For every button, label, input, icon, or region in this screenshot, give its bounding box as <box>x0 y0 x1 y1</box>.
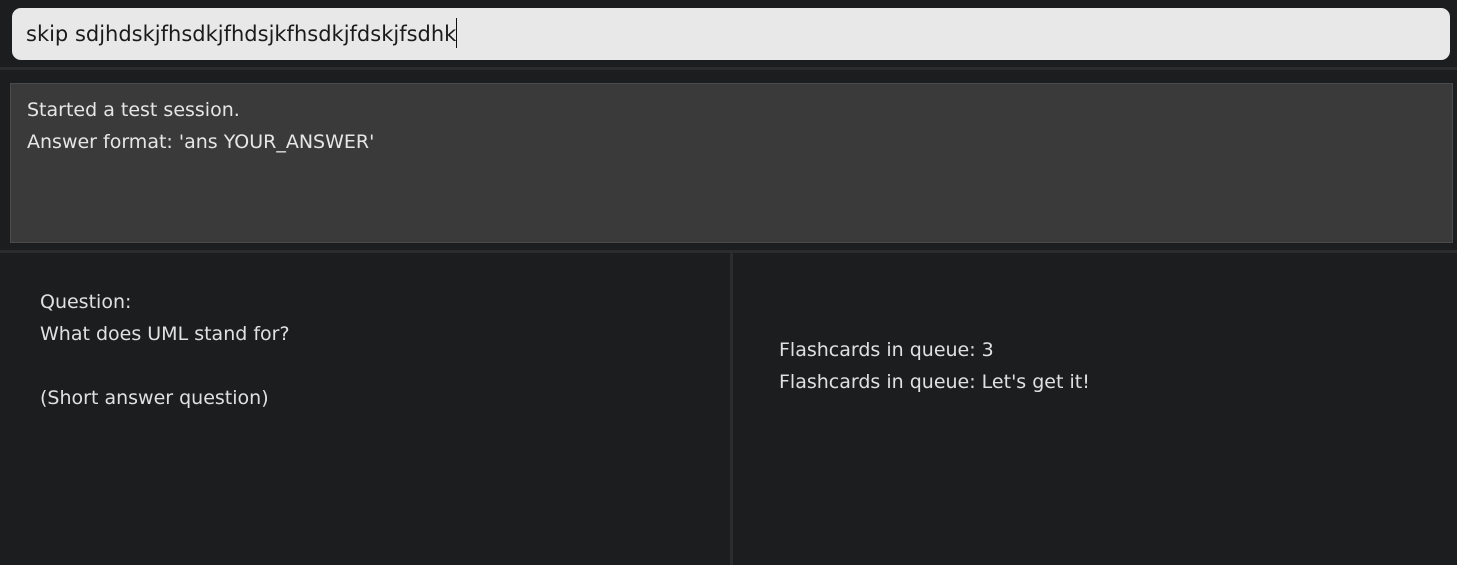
command-input[interactable]: skip sdjhdskjfhsdkjfhdsjkfhsdkjfdskjfsdh… <box>12 8 1450 60</box>
queue-panel: Flashcards in queue: 3 Flashcards in que… <box>733 253 1457 565</box>
bottom-panels: Question: What does UML stand for? (Shor… <box>0 253 1457 565</box>
queue-count: Flashcards in queue: 3 <box>779 339 994 361</box>
result-section: Started a test session. Answer format: '… <box>0 73 1457 253</box>
result-line: Started a test session. <box>27 99 240 121</box>
queue-message: Flashcards in queue: Let's get it! <box>779 371 1090 393</box>
question-heading: Question: <box>40 291 132 313</box>
app-window: skip sdjhdskjfhsdkjfhdsjkfhsdkjfdskjfsdh… <box>0 0 1457 565</box>
result-line: Answer format: 'ans YOUR_ANSWER' <box>27 131 375 153</box>
spacer-line <box>40 350 690 382</box>
result-display: Started a test session. Answer format: '… <box>10 83 1453 243</box>
question-type-note: (Short answer question) <box>40 387 269 409</box>
text-caret <box>456 18 458 48</box>
question-panel: Question: What does UML stand for? (Shor… <box>0 253 730 565</box>
question-text: What does UML stand for? <box>40 323 290 345</box>
command-input-text: skip sdjhdskjfhsdkjfhdsjkfhsdkjfdskjfsdh… <box>26 22 457 46</box>
command-bar: skip sdjhdskjfhsdkjfhdsjkfhsdkjfdskjfsdh… <box>0 0 1457 70</box>
